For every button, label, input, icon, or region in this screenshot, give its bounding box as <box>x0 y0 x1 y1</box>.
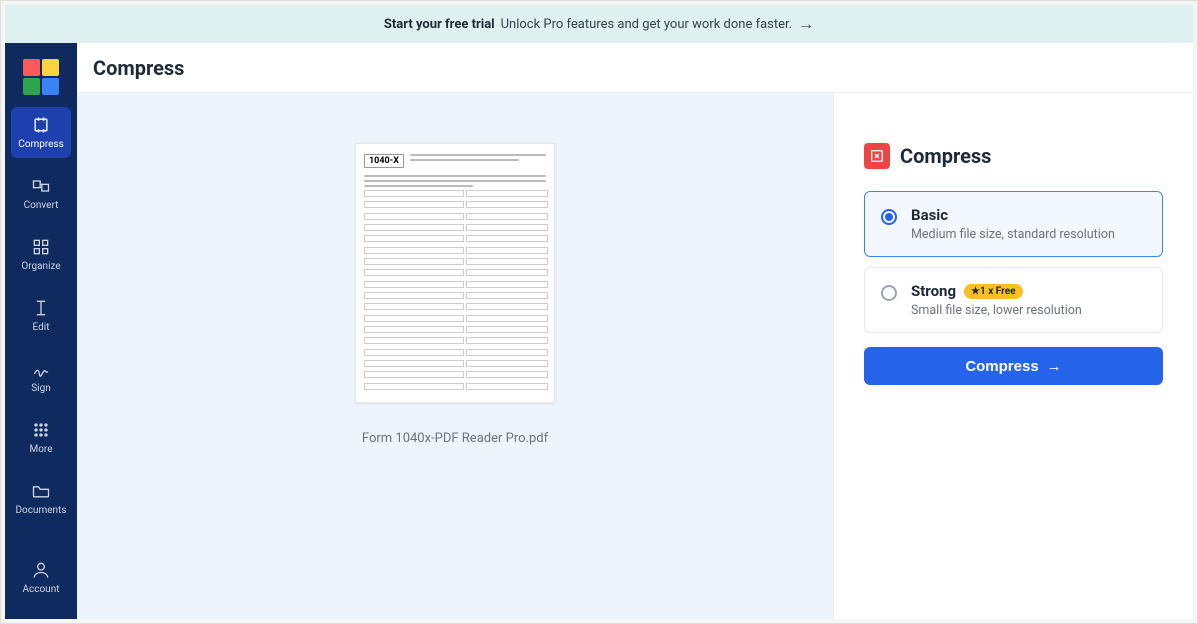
sidebar-item-label: Compress <box>18 139 64 150</box>
sidebar-item-compress[interactable]: Compress <box>11 107 71 158</box>
form-number: 1040-X <box>364 154 404 168</box>
page-header: Compress <box>77 43 1193 93</box>
app-logo[interactable] <box>23 59 59 95</box>
organize-icon <box>31 237 51 257</box>
arrow-right-icon: → <box>1047 358 1062 375</box>
radio-icon <box>881 209 897 225</box>
document-filename: Form 1040x-PDF Reader Pro.pdf <box>362 431 548 446</box>
sidebar: Compress Convert Organize Edit <box>5 43 77 619</box>
option-desc: Small file size, lower resolution <box>911 303 1082 318</box>
document-thumbnail[interactable]: 1040-X <box>355 143 555 403</box>
sidebar-item-label: Convert <box>24 200 59 211</box>
panel-title: Compress <box>900 144 991 168</box>
sidebar-item-label: Documents <box>15 505 66 516</box>
radio-icon <box>881 285 897 301</box>
compress-icon <box>31 115 51 135</box>
sidebar-item-label: More <box>29 444 52 455</box>
sidebar-item-convert[interactable]: Convert <box>11 168 71 219</box>
free-badge: ★1 x Free <box>964 284 1023 299</box>
sidebar-item-sign[interactable]: Sign <box>11 351 71 402</box>
sidebar-item-label: Organize <box>21 261 60 272</box>
banner-text: Unlock Pro features and get your work do… <box>501 17 792 32</box>
edit-icon <box>31 298 51 318</box>
preview-area: 1040-X <box>77 93 833 619</box>
sidebar-item-edit[interactable]: Edit <box>11 290 71 341</box>
option-basic[interactable]: Basic Medium file size, standard resolut… <box>864 191 1163 257</box>
option-desc: Medium file size, standard resolution <box>911 227 1115 242</box>
sidebar-item-label: Account <box>22 584 59 595</box>
account-icon <box>31 560 51 580</box>
trial-banner[interactable]: Start your free trial Unlock Pro feature… <box>5 5 1193 43</box>
compress-panel-icon <box>864 143 890 169</box>
sidebar-item-organize[interactable]: Organize <box>11 229 71 280</box>
option-strong[interactable]: Strong ★1 x Free Small file size, lower … <box>864 267 1163 333</box>
more-icon <box>31 420 51 440</box>
page-title: Compress <box>93 56 184 80</box>
sidebar-item-label: Sign <box>31 383 51 394</box>
option-title: Strong <box>911 282 956 300</box>
convert-icon <box>31 176 51 196</box>
cta-label: Compress <box>965 358 1038 375</box>
options-panel: Compress Basic Medium file size, standar… <box>833 93 1193 619</box>
folder-icon <box>31 481 51 501</box>
compress-button[interactable]: Compress → <box>864 347 1163 385</box>
sidebar-item-more[interactable]: More <box>11 412 71 463</box>
sign-icon <box>31 359 51 379</box>
sidebar-item-label: Edit <box>33 322 50 333</box>
banner-bold: Start your free trial <box>384 17 495 32</box>
sidebar-item-documents[interactable]: Documents <box>11 473 71 524</box>
option-title: Basic <box>911 206 948 224</box>
sidebar-item-account[interactable]: Account <box>11 552 71 603</box>
arrow-right-icon: → <box>798 14 814 34</box>
